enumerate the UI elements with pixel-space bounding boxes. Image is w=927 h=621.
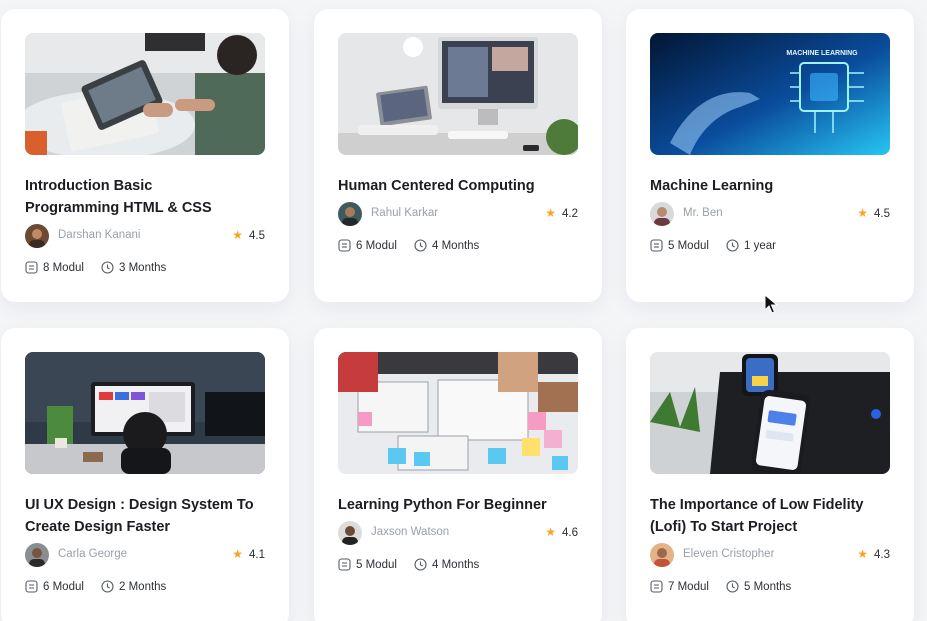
- avatar: [650, 202, 674, 226]
- stats-row: 6 Modul 2 Months: [25, 580, 265, 596]
- list-document-icon: [338, 558, 351, 571]
- image-caption-text: MACHINE LEARNING: [786, 50, 858, 57]
- course-title[interactable]: Introduction Basic Programming HTML & CS…: [25, 175, 270, 219]
- clock-icon: [414, 239, 427, 252]
- clock-icon: [101, 580, 114, 593]
- course-card[interactable]: UI UX Design : Design System To Create D…: [1, 328, 289, 621]
- course-title[interactable]: UI UX Design : Design System To Create D…: [25, 494, 270, 538]
- author-row: Rahul Karkar ★ 4.2: [338, 202, 578, 226]
- list-document-icon: [25, 580, 38, 593]
- clock-icon: [101, 261, 114, 274]
- course-thumbnail: [25, 352, 265, 474]
- modules-stat: 6 Modul: [338, 239, 397, 252]
- course-card[interactable]: The Importance of Low Fidelity (Lofi) To…: [626, 328, 914, 621]
- duration-stat: 4 Months: [414, 239, 479, 252]
- avatar: [338, 202, 362, 226]
- course-card[interactable]: Human Centered Computing Rahul Karkar ★ 4…: [314, 9, 602, 302]
- rating: ★ 4.5: [857, 206, 890, 220]
- author-name[interactable]: Jaxson Watson: [371, 526, 449, 538]
- clock-icon: [726, 580, 739, 593]
- avatar: [25, 224, 49, 248]
- rating: ★ 4.2: [545, 206, 578, 220]
- course-card[interactable]: Introduction Basic Programming HTML & CS…: [1, 9, 289, 302]
- star-icon: ★: [857, 547, 868, 561]
- rating: ★ 4.5: [232, 228, 265, 242]
- author-row: Eleven Cristopher ★ 4.3: [650, 543, 890, 567]
- author-name[interactable]: Darshan Kanani: [58, 229, 140, 241]
- list-document-icon: [338, 239, 351, 252]
- list-document-icon: [650, 580, 663, 593]
- course-card[interactable]: Learning Python For Beginner Jaxson Wats…: [314, 328, 602, 621]
- star-icon: ★: [545, 206, 556, 220]
- stats-row: 8 Modul 3 Months: [25, 261, 265, 277]
- avatar: [650, 543, 674, 567]
- star-icon: ★: [232, 547, 243, 561]
- rating: ★ 4.6: [545, 525, 578, 539]
- author-name[interactable]: Carla George: [58, 548, 127, 560]
- course-thumbnail: [650, 352, 890, 474]
- duration-stat: 3 Months: [101, 261, 166, 274]
- star-icon: ★: [857, 206, 868, 220]
- duration-stat: 2 Months: [101, 580, 166, 593]
- modules-stat: 6 Modul: [25, 580, 84, 593]
- author-row: Darshan Kanani ★ 4.5: [25, 224, 265, 248]
- author-row: Carla George ★ 4.1: [25, 543, 265, 567]
- avatar: [25, 543, 49, 567]
- course-thumbnail: [338, 352, 578, 474]
- stats-row: 5 Modul 1 year: [650, 239, 890, 255]
- clock-icon: [414, 558, 427, 571]
- duration-stat: 1 year: [726, 239, 776, 252]
- course-title[interactable]: Human Centered Computing: [338, 175, 583, 197]
- stats-row: 6 Modul 4 Months: [338, 239, 578, 255]
- course-grid: Introduction Basic Programming HTML & CS…: [0, 0, 927, 621]
- author-row: Jaxson Watson ★ 4.6: [338, 521, 578, 545]
- mouse-cursor-icon: [764, 294, 778, 314]
- course-title[interactable]: Learning Python For Beginner: [338, 494, 583, 516]
- modules-stat: 7 Modul: [650, 580, 709, 593]
- course-card[interactable]: MACHINE LEARNING Machine Learning Mr. Be…: [626, 9, 914, 302]
- stats-row: 7 Modul 5 Months: [650, 580, 890, 596]
- modules-stat: 8 Modul: [25, 261, 84, 274]
- star-icon: ★: [232, 228, 243, 242]
- star-icon: ★: [545, 525, 556, 539]
- stats-row: 5 Modul 4 Months: [338, 558, 578, 574]
- duration-stat: 5 Months: [726, 580, 791, 593]
- rating: ★ 4.1: [232, 547, 265, 561]
- avatar: [338, 521, 362, 545]
- list-document-icon: [25, 261, 38, 274]
- rating: ★ 4.3: [857, 547, 890, 561]
- course-thumbnail: MACHINE LEARNING: [650, 33, 890, 155]
- list-document-icon: [650, 239, 663, 252]
- course-title[interactable]: Machine Learning: [650, 175, 895, 197]
- modules-stat: 5 Modul: [338, 558, 397, 571]
- course-thumbnail: [25, 33, 265, 155]
- author-name[interactable]: Mr. Ben: [683, 207, 723, 219]
- author-name[interactable]: Eleven Cristopher: [683, 548, 774, 560]
- course-title[interactable]: The Importance of Low Fidelity (Lofi) To…: [650, 494, 895, 538]
- duration-stat: 4 Months: [414, 558, 479, 571]
- author-row: Mr. Ben ★ 4.5: [650, 202, 890, 226]
- author-name[interactable]: Rahul Karkar: [371, 207, 438, 219]
- clock-icon: [726, 239, 739, 252]
- modules-stat: 5 Modul: [650, 239, 709, 252]
- course-thumbnail: [338, 33, 578, 155]
